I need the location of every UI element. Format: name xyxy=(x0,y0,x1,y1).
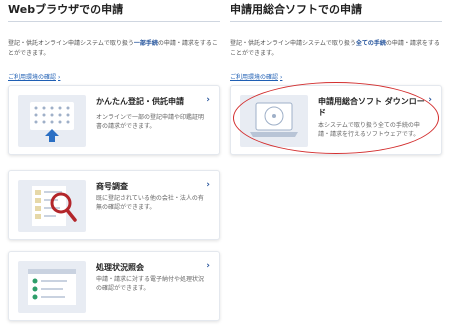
card-title: かんたん登記・供託申請 xyxy=(96,97,184,106)
card-title: 申請用総合ソフト ダウンロード xyxy=(318,97,425,117)
section-description: 登記・供託オンライン申請システムで取り扱う一部手続の申請・請求をすることができま… xyxy=(8,40,218,57)
trade-name-search-card[interactable]: 商号調査 既に登記されている他の会社・法人の有無の確認ができます。 › xyxy=(8,170,220,240)
section-title: 申請用総合ソフトでの申請 xyxy=(230,2,442,22)
card-description: 申請・請求に対する電子納付や処理状況の確認ができます。 xyxy=(96,276,205,292)
upload-arrow-icon xyxy=(45,129,59,142)
card-title: 処理状況照会 xyxy=(96,263,144,272)
card-description: オンラインで一部の登記申請や印鑑証明書の請求ができます。 xyxy=(96,114,205,130)
chevron-right-icon: › xyxy=(428,95,432,105)
card-description: 本システムで取り扱う全ての手続の申請・請求を行えるソフトウェアです。 xyxy=(318,122,420,138)
chevron-right-icon: › xyxy=(206,261,210,271)
checklist-window-illustration xyxy=(18,261,86,313)
processing-status-card[interactable]: 処理状況照会 申請・請求に対する電子納付や処理状況の確認ができます。 › xyxy=(8,251,220,321)
software-download-card[interactable]: 申請用総合ソフト ダウンロード 本システムで取り扱う全ての手続の申請・請求を行え… xyxy=(230,85,442,155)
card-description: 既に登記されている他の会社・法人の有無の確認ができます。 xyxy=(96,195,204,211)
chevron-right-icon: › xyxy=(280,74,283,81)
form-upload-illustration xyxy=(18,95,86,147)
usage-environment-link[interactable]: ご利用環境の確認 › xyxy=(8,73,220,83)
document-magnifier-illustration xyxy=(18,180,86,232)
easy-registration-card[interactable]: かんたん登記・供託申請 オンラインで一部の登記申請や印鑑証明書の請求ができます。… xyxy=(8,85,220,155)
card-title: 商号調査 xyxy=(96,182,128,191)
laptop-disc-illustration xyxy=(240,95,308,147)
chevron-right-icon: › xyxy=(206,180,210,190)
desktop-software-section: 申請用総合ソフトでの申請 登記・供託オンライン申請システムで取り扱う全ての手続の… xyxy=(230,0,442,83)
section-description: 登記・供託オンライン申請システムで取り扱う全ての手続の申請・請求をすることができ… xyxy=(230,40,440,57)
chevron-right-icon: › xyxy=(206,95,210,105)
usage-environment-link[interactable]: ご利用環境の確認 › xyxy=(230,73,442,83)
web-browser-section: Webブラウザでの申請 登記・供託オンライン申請システムで取り扱う一部手続の申請… xyxy=(8,0,220,83)
chevron-right-icon: › xyxy=(58,74,61,81)
section-title: Webブラウザでの申請 xyxy=(8,2,220,22)
